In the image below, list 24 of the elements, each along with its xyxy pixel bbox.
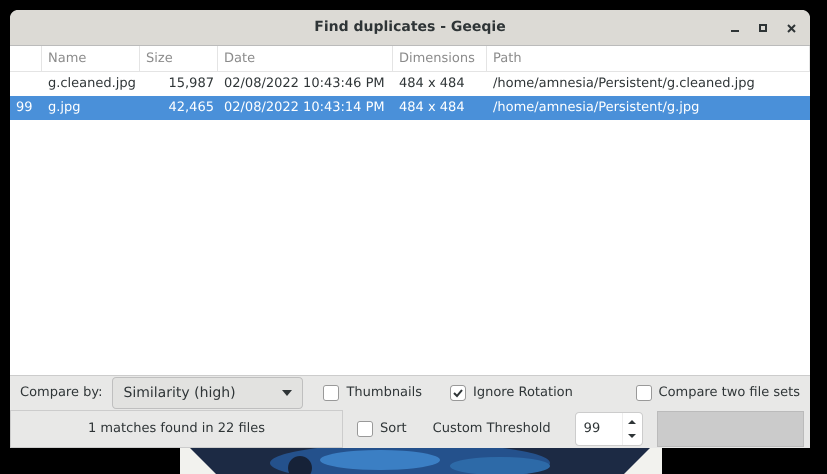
checkbox-label[interactable]: Ignore Rotation bbox=[473, 383, 573, 403]
checkbox[interactable] bbox=[357, 421, 373, 437]
checkbox[interactable] bbox=[450, 385, 466, 401]
table-cell[interactable]: 15,987 bbox=[140, 72, 218, 96]
checkbox-label[interactable]: Thumbnails bbox=[346, 383, 422, 403]
close-icon[interactable] bbox=[787, 24, 796, 32]
maximize-icon[interactable] bbox=[759, 24, 767, 32]
compare-label: Compare by: bbox=[20, 384, 102, 402]
threshold-label: Custom Threshold bbox=[432, 420, 551, 438]
checkbox[interactable] bbox=[323, 385, 340, 401]
table-cell[interactable]: 484 x 484 bbox=[393, 72, 487, 96]
table-cell[interactable]: /home/amnesia/Persistent/g.cleaned.jpg bbox=[487, 72, 810, 96]
table-cell[interactable]: g.cleaned.jpg bbox=[42, 72, 140, 96]
window-title: Find duplicates - Geeqie bbox=[314, 18, 506, 37]
checkbox-label[interactable]: Compare two file sets bbox=[658, 383, 800, 403]
checkbox[interactable] bbox=[636, 385, 652, 401]
threshold-spinner[interactable]: 99 bbox=[574, 412, 643, 446]
table-cell-text: 99 bbox=[15, 99, 34, 117]
caret-icon bbox=[282, 390, 292, 396]
checkbox-label[interactable]: Sort bbox=[380, 419, 407, 439]
compare-dropdown[interactable]: Similarity (high) bbox=[112, 377, 304, 409]
table-row[interactable]: g.cleaned.jpg 15,987 02/08/2022 10:43:46 PM 484 x 484 /home/amnesia/Persistent/g.cleaned.jpg bbox=[10, 72, 810, 96]
status-text: 1 matches found in 22 files bbox=[88, 420, 266, 438]
table-cell[interactable]: 02/08/2022 10:43:46 PM bbox=[218, 72, 393, 96]
